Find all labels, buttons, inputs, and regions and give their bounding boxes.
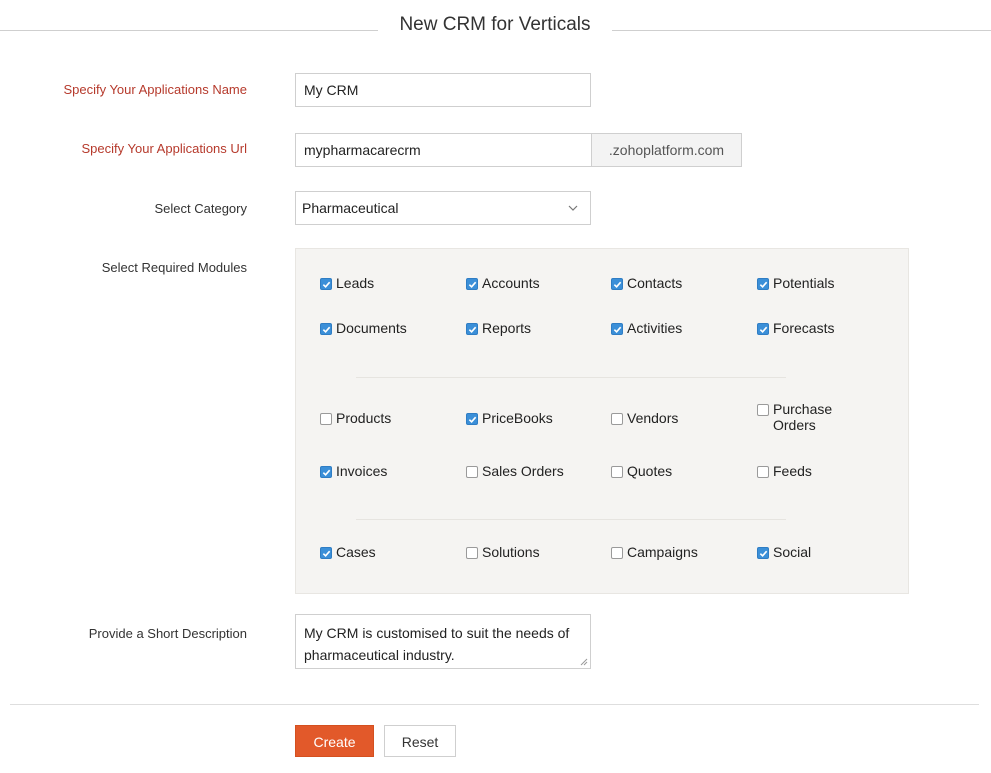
module-label: Invoices	[336, 463, 388, 479]
module-label: Sales Orders	[482, 463, 564, 479]
module-label: Reports	[482, 320, 532, 336]
checkbox-checked-icon[interactable]	[611, 323, 623, 335]
module-checkbox-reports[interactable]: Reports	[466, 320, 531, 336]
checkbox-checked-icon[interactable]	[611, 278, 623, 290]
module-checkbox-quotes[interactable]: Quotes	[611, 463, 672, 479]
checkbox-checked-icon[interactable]	[466, 413, 478, 425]
app-name-input[interactable]	[295, 73, 591, 107]
checkbox-unchecked-icon[interactable]	[611, 547, 623, 559]
module-label: Activities	[627, 320, 683, 336]
module-checkbox-activities[interactable]: Activities	[611, 320, 682, 336]
page-title: New CRM for Verticals	[399, 14, 591, 35]
module-label: Documents	[336, 320, 407, 336]
description-textarea[interactable]: My CRM is customised to suit the needs o…	[295, 614, 591, 669]
module-label: Leads	[336, 275, 375, 291]
module-checkbox-vendors[interactable]: Vendors	[611, 410, 678, 426]
app-name-label: Specify Your Applications Name	[63, 82, 247, 97]
module-label: Feeds	[773, 463, 812, 479]
category-select[interactable]: Pharmaceutical	[295, 191, 591, 225]
module-checkbox-pricebooks[interactable]: PriceBooks	[466, 410, 553, 426]
modules-label: Select Required Modules	[101, 260, 247, 275]
module-label: Purchase Orders	[773, 401, 833, 433]
module-label: Products	[336, 410, 392, 426]
module-label: Potentials	[773, 275, 835, 291]
module-checkbox-solutions[interactable]: Solutions	[466, 544, 540, 560]
checkbox-unchecked-icon[interactable]	[757, 404, 769, 416]
app-url-input[interactable]	[295, 133, 592, 167]
module-checkbox-forecasts[interactable]: Forecasts	[757, 320, 834, 336]
module-label: Vendors	[627, 410, 679, 426]
module-checkbox-sales-orders[interactable]: Sales Orders	[466, 463, 564, 479]
checkbox-checked-icon[interactable]	[320, 278, 332, 290]
divider	[10, 704, 979, 705]
module-checkbox-leads[interactable]: Leads	[320, 275, 374, 291]
create-button[interactable]: Create	[295, 725, 374, 757]
checkbox-checked-icon[interactable]	[320, 466, 332, 478]
divider	[356, 377, 786, 378]
reset-button[interactable]: Reset	[384, 725, 456, 757]
chevron-down-icon	[568, 205, 578, 211]
module-label: Contacts	[627, 275, 683, 291]
module-label: Campaigns	[627, 544, 698, 560]
module-checkbox-contacts[interactable]: Contacts	[611, 275, 682, 291]
checkbox-checked-icon[interactable]	[757, 278, 769, 290]
checkbox-checked-icon[interactable]	[466, 323, 478, 335]
module-checkbox-potentials[interactable]: Potentials	[757, 275, 834, 291]
module-label: Accounts	[482, 275, 540, 291]
module-checkbox-social[interactable]: Social	[757, 544, 811, 560]
divider	[612, 30, 991, 31]
module-checkbox-campaigns[interactable]: Campaigns	[611, 544, 698, 560]
module-checkbox-accounts[interactable]: Accounts	[466, 275, 540, 291]
checkbox-checked-icon[interactable]	[320, 547, 332, 559]
url-domain-suffix: .zohoplatform.com	[592, 133, 742, 167]
module-checkbox-purchase-orders[interactable]: Purchase Orders	[757, 401, 847, 433]
app-url-label: Specify Your Applications Url	[81, 141, 247, 156]
checkbox-unchecked-icon[interactable]	[466, 547, 478, 559]
description-label: Provide a Short Description	[88, 626, 247, 641]
module-label: Social	[773, 544, 812, 560]
description-text: My CRM is customised to suit the needs o…	[304, 625, 570, 663]
checkbox-unchecked-icon[interactable]	[757, 466, 769, 478]
module-label: Solutions	[482, 544, 540, 560]
checkbox-checked-icon[interactable]	[320, 323, 332, 335]
module-checkbox-cases[interactable]: Cases	[320, 544, 376, 560]
module-label: Forecasts	[773, 320, 835, 336]
category-selected-value: Pharmaceutical	[302, 200, 399, 216]
module-checkbox-products[interactable]: Products	[320, 410, 391, 426]
module-checkbox-invoices[interactable]: Invoices	[320, 463, 387, 479]
checkbox-checked-icon[interactable]	[757, 547, 769, 559]
checkbox-checked-icon[interactable]	[757, 323, 769, 335]
checkbox-unchecked-icon[interactable]	[611, 413, 623, 425]
module-checkbox-documents[interactable]: Documents	[320, 320, 407, 336]
checkbox-checked-icon[interactable]	[466, 278, 478, 290]
module-checkbox-feeds[interactable]: Feeds	[757, 463, 812, 479]
resize-handle-icon[interactable]	[580, 658, 588, 666]
divider	[0, 30, 378, 31]
checkbox-unchecked-icon[interactable]	[466, 466, 478, 478]
module-label: Quotes	[627, 463, 673, 479]
checkbox-unchecked-icon[interactable]	[611, 466, 623, 478]
page-header: New CRM for Verticals	[0, 0, 991, 56]
category-label: Select Category	[154, 201, 248, 216]
module-label: Cases	[336, 544, 376, 560]
checkbox-unchecked-icon[interactable]	[320, 413, 332, 425]
divider	[356, 519, 786, 520]
module-label: PriceBooks	[482, 410, 553, 426]
